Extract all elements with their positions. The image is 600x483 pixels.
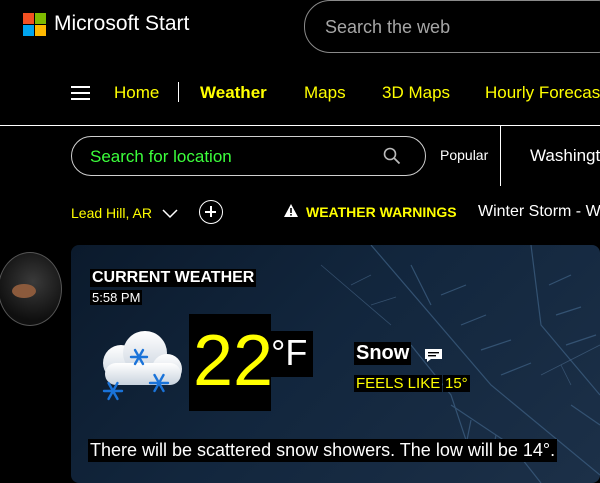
- warning-ticker[interactable]: Winter Storm - W: [478, 203, 600, 221]
- location-search-input[interactable]: [90, 146, 380, 168]
- brand-name[interactable]: Microsoft Start: [54, 12, 189, 36]
- current-weather-title: CURRENT WEATHER: [90, 269, 257, 287]
- nav-3d-maps[interactable]: 3D Maps: [382, 83, 450, 103]
- chevron-down-icon[interactable]: [160, 203, 180, 223]
- nav-divider: [178, 82, 179, 102]
- weather-condition: Snow: [354, 342, 412, 365]
- microsoft-logo[interactable]: [23, 13, 46, 36]
- feedback-icon[interactable]: [424, 348, 443, 363]
- popular-city-link[interactable]: Washington: [530, 146, 600, 166]
- web-search-box[interactable]: [304, 0, 600, 53]
- current-location[interactable]: Lead Hill, AR: [71, 205, 152, 221]
- current-temperature: 22: [193, 321, 274, 401]
- feels-like-label: FEELS LIKE: [354, 375, 443, 392]
- temperature-unit[interactable]: °F: [271, 333, 307, 373]
- nav-home[interactable]: Home: [114, 83, 159, 103]
- current-weather-card: CURRENT WEATHER 5:58 PM 22 °F Snow FEELS…: [71, 245, 600, 483]
- search-icon[interactable]: [383, 147, 401, 165]
- weather-warnings-label[interactable]: WEATHER WARNINGS: [306, 204, 457, 220]
- popular-label: Popular: [440, 147, 489, 163]
- nav-hourly-forecast[interactable]: Hourly Forecast: [485, 83, 600, 103]
- nav-maps[interactable]: Maps: [304, 83, 346, 103]
- orb-mark: [12, 284, 36, 298]
- web-search-input[interactable]: [325, 14, 600, 40]
- snow-cloud-icon: [102, 331, 182, 401]
- warning-icon: [284, 204, 298, 217]
- feels-like-value: 15°: [443, 375, 470, 392]
- observation-time: 5:58 PM: [90, 290, 143, 305]
- popular-divider: [500, 126, 501, 186]
- nav-divider-line: [0, 125, 600, 126]
- nav-weather[interactable]: Weather: [200, 83, 267, 103]
- location-search-box[interactable]: [71, 136, 426, 176]
- add-location-button[interactable]: [199, 200, 223, 224]
- hamburger-menu-icon[interactable]: [71, 86, 90, 100]
- weather-summary: There will be scattered snow showers. Th…: [88, 439, 558, 462]
